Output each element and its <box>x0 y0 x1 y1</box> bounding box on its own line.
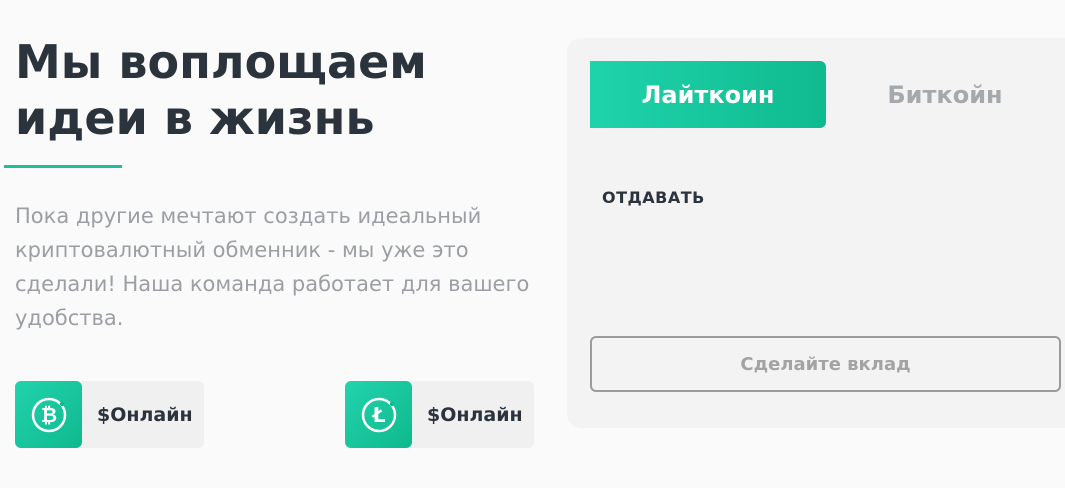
give-label: ОТДАВАТЬ <box>602 188 705 207</box>
page: Мы воплощаем идеи в жизнь Пока другие ме… <box>0 0 1065 488</box>
exchange-panel: Лайткоин Биткойн ОТДАВАТЬ Сделайте вклад <box>567 38 1065 428</box>
litecoin-icon: Ł <box>345 381 412 448</box>
status-card-bitcoin: ₿ $Онлайн <box>15 381 204 448</box>
tab-litecoin[interactable]: Лайткоин <box>590 61 826 128</box>
hero-title: Мы воплощаем идеи в жизнь <box>15 35 427 145</box>
status-label: $Онлайн <box>427 403 523 426</box>
bitcoin-icon: ₿ <box>15 381 82 448</box>
title-underline <box>4 165 122 168</box>
svg-text:Ł: Ł <box>371 403 385 427</box>
status-label: $Онлайн <box>97 403 193 426</box>
tab-bitcoin[interactable]: Биткойн <box>827 61 1063 128</box>
status-card-litecoin: Ł $Онлайн <box>345 381 534 448</box>
hero-description: Пока другие мечтают создать идеальный кр… <box>15 204 530 330</box>
svg-text:₿: ₿ <box>40 403 56 427</box>
deposit-button[interactable]: Сделайте вклад <box>590 336 1061 392</box>
